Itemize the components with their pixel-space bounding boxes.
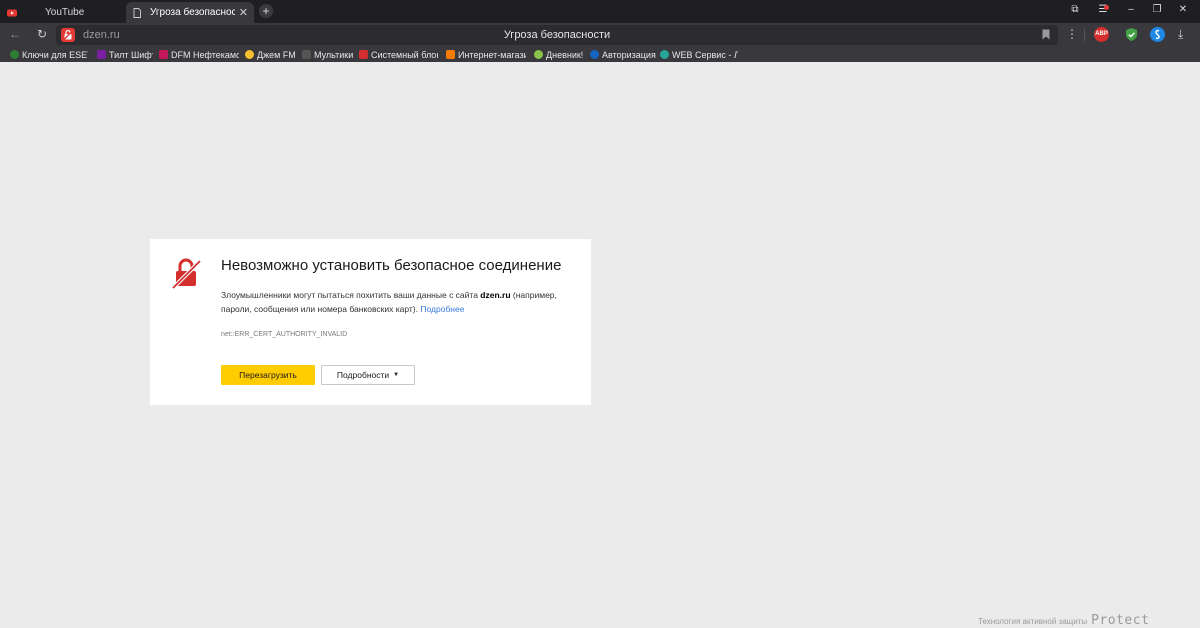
bookmark-label: DFM Нефтекамск — [171, 49, 239, 60]
youtube-icon — [7, 9, 17, 16]
tab-bar: YouTube Угроза безопасности ✕ + ⧉ ☰ – ❐ … — [0, 0, 1200, 23]
description-text: Злоумышленники могут пытаться похитить в… — [221, 290, 481, 300]
tab-label: Угроза безопасности — [150, 7, 235, 18]
error-code: net::ERR_CERT_AUTHORITY_INVALID — [221, 331, 348, 338]
download-icon[interactable]: ⤓ — [1178, 27, 1183, 42]
dns-shop-icon — [446, 50, 455, 59]
tab-youtube[interactable]: YouTube — [0, 2, 124, 23]
bookmark-item[interactable]: Авторизация — [590, 49, 656, 60]
toolbar-divider — [1084, 29, 1085, 41]
bookmark-label: WEB Сервис - Ли — [672, 49, 738, 60]
protect-branding: Технология активной защиты Protect — [978, 613, 1149, 628]
eset-icon — [10, 50, 19, 59]
shazam-extension-icon[interactable] — [1150, 27, 1165, 42]
site-domain: dzen.ru — [480, 290, 511, 300]
bookmarks-panel-icon[interactable]: ⧉ — [1068, 4, 1082, 15]
bookmark-item[interactable]: Ключи для ESET N — [10, 49, 88, 60]
bookmark-item[interactable]: Тилт Шифт — [97, 49, 153, 60]
address-bar[interactable]: dzen.ru Угроза безопасности — [56, 25, 1058, 45]
bookmark-icon[interactable] — [1042, 29, 1050, 40]
broken-lock-icon — [171, 258, 202, 289]
protect-shield-icon[interactable] — [1124, 27, 1139, 42]
protect-logo: Protect — [1091, 613, 1150, 628]
bookmark-label: Мультики — [314, 49, 354, 60]
store-icon — [359, 50, 368, 59]
security-error-card: Невозможно установить безопасное соедине… — [150, 239, 591, 405]
more-info-link[interactable]: Подробнее — [420, 304, 464, 314]
tab-label: YouTube — [45, 7, 85, 18]
bookmark-item[interactable]: DFM Нефтекамск — [159, 49, 239, 60]
page-menu-icon[interactable]: ⋮ — [1065, 27, 1079, 41]
bookmark-label: Авторизация — [602, 49, 656, 60]
toolbar: ← ↻ dzen.ru Угроза безопасности ⋮ ABP ⤓ — [0, 23, 1200, 47]
bookmark-item[interactable]: Мультики — [302, 49, 354, 60]
dfm-radio-icon — [159, 50, 168, 59]
bookmark-item[interactable]: WEB Сервис - Ли — [660, 49, 738, 60]
reload-button[interactable]: Перезагрузить — [221, 365, 315, 385]
adblock-extension-icon[interactable]: ABP — [1094, 27, 1109, 42]
bookmark-item[interactable]: Интернет-магази — [446, 49, 526, 60]
bookmarks-bar: Ключи для ESET N Тилт Шифт DFM Нефтекамс… — [0, 47, 1200, 62]
page-icon — [133, 7, 141, 18]
new-tab-button[interactable]: + — [259, 4, 273, 18]
cartoons-icon — [302, 50, 311, 59]
details-label: Подробности — [336, 370, 390, 380]
error-title: Невозможно установить безопасное соедине… — [221, 257, 562, 274]
bookmark-item[interactable]: Джем FM — [245, 49, 297, 60]
reload-button[interactable]: ↻ — [35, 27, 49, 41]
protect-caption: Технология активной защиты — [978, 617, 1088, 626]
restore-button[interactable]: ❐ — [1150, 4, 1164, 15]
details-button[interactable]: Подробности ▼ — [321, 365, 415, 385]
back-button[interactable]: ← — [8, 27, 22, 41]
diary-icon — [534, 50, 543, 59]
page-title-in-address-bar: Угроза безопасности — [503, 29, 611, 41]
tilt-shift-icon — [97, 50, 106, 59]
close-window-button[interactable]: ✕ — [1176, 4, 1190, 15]
close-tab-icon[interactable]: ✕ — [239, 6, 248, 19]
bookmark-label: Тилт Шифт — [109, 49, 153, 60]
error-description: Злоумышленники могут пытаться похитить в… — [221, 288, 571, 316]
web-service-icon — [660, 50, 669, 59]
caret-down-icon: ▼ — [393, 372, 400, 378]
bookmark-label: Ключи для ESET N — [22, 49, 88, 60]
bookmark-label: Системный блок | — [371, 49, 438, 60]
jam-fm-icon — [245, 50, 254, 59]
bookmark-label: Джем FM — [257, 49, 296, 60]
bookmark-label: Дневник! — [546, 49, 584, 60]
bookmark-item[interactable]: Системный блок | — [359, 49, 438, 60]
notification-dot — [1104, 5, 1109, 10]
bookmark-item[interactable]: Дневник! — [534, 49, 586, 60]
minimize-button[interactable]: – — [1124, 4, 1138, 15]
tab-security-threat[interactable]: Угроза безопасности ✕ — [126, 2, 254, 23]
bookmark-label: Интернет-магази — [458, 49, 526, 60]
authorization-icon — [590, 50, 599, 59]
